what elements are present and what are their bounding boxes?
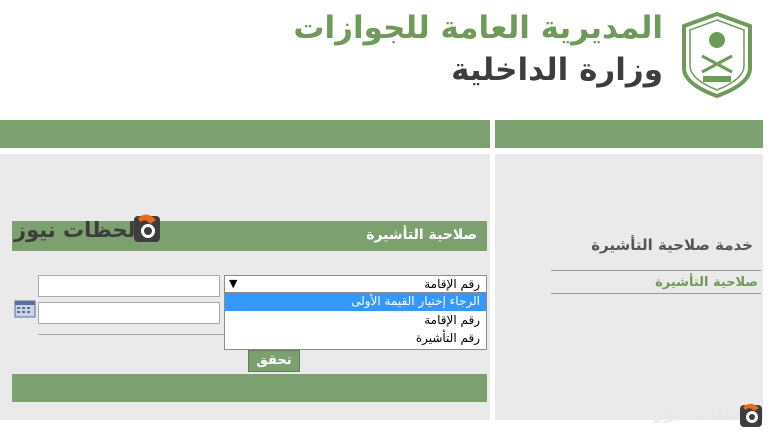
divider bbox=[551, 293, 761, 294]
service-title: خدمة صلاحية التأشيرة bbox=[591, 236, 753, 254]
select-dropdown-list: الرجاء إختيار القيمة الأولى رقم الإقامة … bbox=[224, 292, 487, 350]
org-name: المديرية العامة للجوازات bbox=[293, 10, 663, 46]
camera-logo-icon bbox=[134, 214, 160, 242]
form-footer bbox=[12, 374, 487, 402]
select-option[interactable]: الرجاء إختيار القيمة الأولى bbox=[225, 293, 486, 311]
divider bbox=[551, 270, 761, 271]
select-option[interactable]: رقم التأشيرة bbox=[225, 330, 486, 348]
form-title: صلاحية التأشيرة bbox=[366, 227, 477, 243]
search-value-input[interactable] bbox=[38, 275, 220, 297]
top-bar-right bbox=[495, 120, 763, 148]
date-input[interactable] bbox=[38, 302, 220, 324]
watermark-text: لحظات نيوز bbox=[14, 218, 136, 242]
watermark-logo: لحظات نيوز bbox=[14, 212, 164, 252]
divider bbox=[38, 334, 224, 335]
camera-logo-icon bbox=[740, 403, 762, 427]
emblem-icon bbox=[682, 12, 752, 98]
dropdown-arrow-icon: ▼ bbox=[229, 277, 238, 290]
top-bar-left bbox=[0, 120, 490, 148]
sidebar-link-visa-validity[interactable]: صلاحية التأشيرة bbox=[655, 275, 758, 290]
select-value: رقم الإقامة bbox=[424, 277, 480, 291]
verify-button[interactable]: تحقق bbox=[248, 350, 300, 372]
select-option[interactable]: رقم الإقامة bbox=[225, 312, 486, 330]
ministry-name: وزارة الداخلية bbox=[451, 52, 663, 88]
calendar-icon[interactable] bbox=[14, 300, 36, 318]
watermark-logo: لحظات نيوز bbox=[654, 401, 768, 431]
